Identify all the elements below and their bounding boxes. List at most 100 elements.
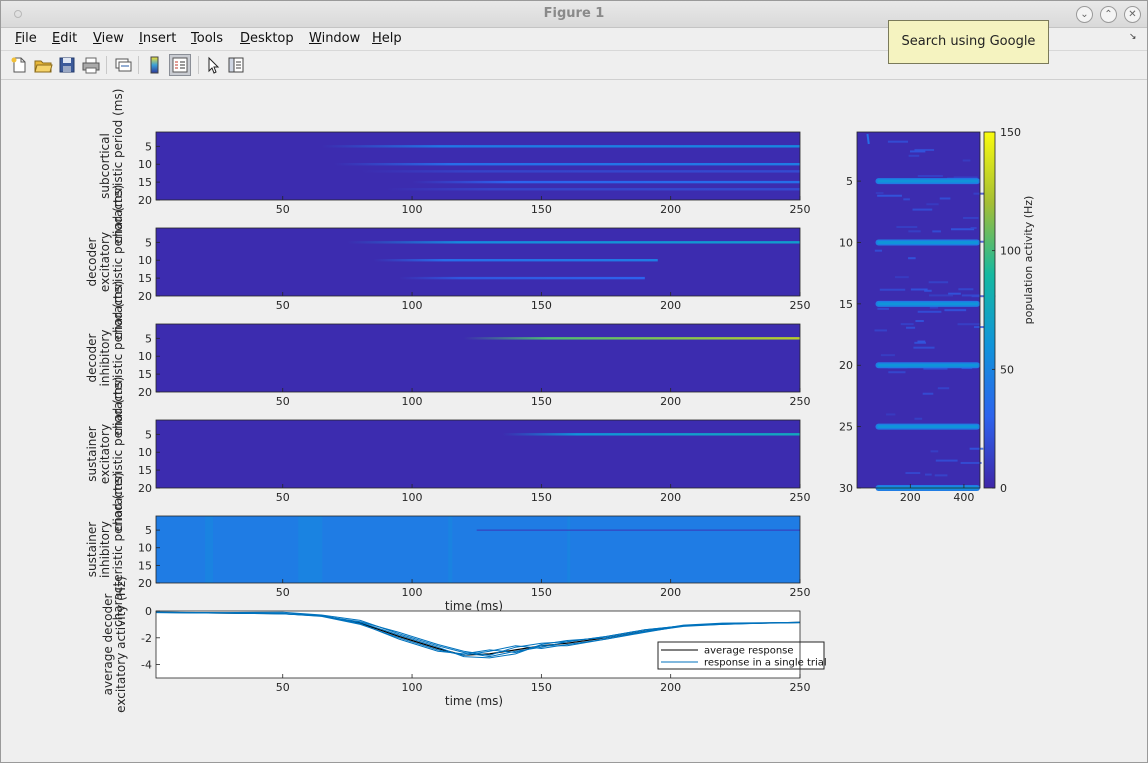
colorbar-gradient xyxy=(983,131,996,489)
x-tick-label: 250 xyxy=(790,203,811,216)
heatmap-periodicity: 200 400 5 10 15 20 25 30 xyxy=(839,131,996,504)
y-tick-label: 5 xyxy=(846,175,853,188)
x-tick-label: 100 xyxy=(402,681,423,694)
y-axis-label: inhibitory xyxy=(98,521,112,578)
heatmap-speckle xyxy=(970,226,977,229)
heatmap-speckle xyxy=(935,459,958,462)
heatmap-background xyxy=(156,420,800,488)
y-axis-label: average decoder xyxy=(101,594,115,696)
heatmap-stripe xyxy=(205,516,214,583)
heatmap-band xyxy=(334,163,800,166)
heatmap-band xyxy=(321,145,800,148)
x-tick-label: 200 xyxy=(660,395,681,408)
heatmap-speckle xyxy=(922,392,934,395)
x-tick-label: 50 xyxy=(276,395,290,408)
heatmap-speckle xyxy=(932,230,941,233)
heatmap-2: 50 100 150 200 2505101520decoder inhibitory ch… xyxy=(85,281,811,436)
heatmap-band xyxy=(877,425,978,429)
x-tick-label: 50 xyxy=(276,203,290,216)
legend-entry: average response xyxy=(704,646,794,657)
heatmap-band xyxy=(463,337,800,340)
y-tick-label: 5 xyxy=(145,428,152,441)
heatmap-band xyxy=(386,188,800,191)
heatmap-speckle xyxy=(887,140,909,143)
x-tick-label: 200 xyxy=(660,491,681,504)
y-axis-label: decoder xyxy=(85,237,99,286)
y-tick-label: 20 xyxy=(138,386,152,399)
heatmap-speckle xyxy=(874,329,887,332)
x-tick-label: 50 xyxy=(276,586,290,599)
y-tick-label: 20 xyxy=(138,482,152,495)
y-axis-label: decoder xyxy=(85,333,99,382)
x-tick-label: 200 xyxy=(660,299,681,312)
search-tooltip: Search using Google xyxy=(888,20,1049,64)
heatmap-speckle xyxy=(879,288,906,291)
heatmap-band xyxy=(877,302,978,306)
heatmap-speckle xyxy=(958,288,974,291)
heatmap-stripe xyxy=(298,516,323,583)
heatmap-speckle xyxy=(877,194,902,197)
x-tick-label: 250 xyxy=(790,681,811,694)
heatmap-band xyxy=(877,363,978,367)
y-axis-label: excitatory xyxy=(98,424,112,484)
heatmap-speckle xyxy=(917,174,943,177)
heatmap-speckle xyxy=(910,288,928,291)
heatmap-4: 50 100 150 200 2505101520time (ms)sustainer i… xyxy=(85,472,811,627)
heatmap-speckle xyxy=(888,371,906,374)
heatmap-speckle xyxy=(939,197,951,200)
x-tick-label: 250 xyxy=(790,299,811,312)
y-tick-label: 10 xyxy=(138,158,152,171)
y-tick-label: 15 xyxy=(839,298,853,311)
x-tick-label: 200 xyxy=(660,203,681,216)
heatmap-speckle xyxy=(903,198,910,201)
heatmap-band xyxy=(866,133,870,145)
y-tick-label: 25 xyxy=(839,421,853,434)
y-tick-label: 10 xyxy=(138,254,152,267)
y-tick-label: 0 xyxy=(145,605,152,618)
heatmap-speckle xyxy=(910,150,926,153)
heatmap-speckle xyxy=(963,216,979,219)
colorbar-tick-label: 50 xyxy=(1000,363,1014,376)
x-tick-label: 50 xyxy=(276,491,290,504)
heatmap-speckle xyxy=(912,208,933,211)
colorbar-label: population activity (Hz) xyxy=(1022,196,1035,325)
x-tick-label: 100 xyxy=(402,299,423,312)
y-tick-label: 15 xyxy=(138,559,152,572)
heatmap-background xyxy=(156,516,800,583)
legend: average responseresponse in a single tri… xyxy=(657,641,827,670)
y-tick-label: 15 xyxy=(138,464,152,477)
heatmap-speckle xyxy=(913,346,935,349)
heatmap-speckle xyxy=(924,473,932,476)
x-tick-label: 50 xyxy=(276,681,290,694)
x-tick-label: 50 xyxy=(276,299,290,312)
heatmap-speckle xyxy=(969,447,984,450)
heatmap-speckle xyxy=(908,257,916,260)
heatmap-speckle xyxy=(877,307,889,310)
heatmap-speckle xyxy=(894,276,909,279)
x-tick-label: 150 xyxy=(531,586,552,599)
y-axis-label: sustainer xyxy=(85,426,99,481)
x-tick-label: 150 xyxy=(531,395,552,408)
y-tick-label: 20 xyxy=(839,359,853,372)
heatmap-speckle xyxy=(917,310,942,313)
heatmap-speckle xyxy=(914,417,923,420)
y-tick-label: 15 xyxy=(138,176,152,189)
y-tick-label: 10 xyxy=(138,446,152,459)
heatmap-speckle xyxy=(960,461,982,464)
heatmap-speckle xyxy=(906,326,916,329)
legend-entry: response in a single trial xyxy=(704,658,827,669)
y-axis-label: excitatory activity (Hz) xyxy=(114,576,128,713)
heatmap-speckle xyxy=(928,281,949,284)
x-tick-label: 250 xyxy=(790,586,811,599)
heatmap-speckle xyxy=(917,340,926,343)
y-axis-label: subcortical xyxy=(98,133,112,199)
colorbar-tick-label: 150 xyxy=(1000,126,1021,139)
heatmap-speckle xyxy=(915,320,924,323)
y-tick-label: 20 xyxy=(138,577,152,590)
heatmap-speckle xyxy=(886,413,896,416)
y-tick-label: 15 xyxy=(138,272,152,285)
x-tick-label: 200 xyxy=(660,681,681,694)
heatmap-stripe xyxy=(567,516,571,583)
y-axis-label: sustainer xyxy=(85,522,99,577)
y-tick-label: -2 xyxy=(141,632,152,645)
